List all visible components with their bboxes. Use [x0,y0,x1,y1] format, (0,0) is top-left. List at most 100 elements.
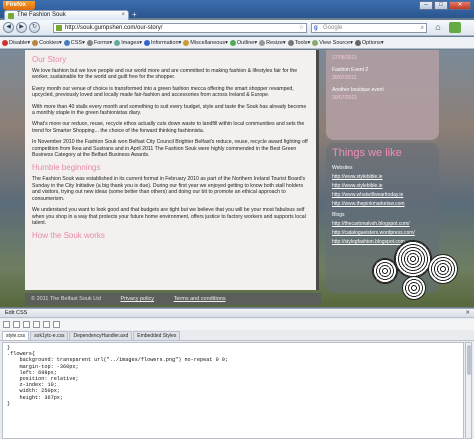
options-icon [354,39,361,46]
story-paragraph: What's more our reduce, reuse, recycle e… [32,121,305,134]
scrollbar-thumb[interactable] [467,345,471,375]
flower-shape [402,276,426,300]
event-title[interactable]: Fashion Event 2 [332,67,433,73]
story-paragraph: Every month our venue of choice is trans… [32,85,294,99]
page-footer: © 2011 The Belfast Souk Ltd Privacy poli… [25,293,321,305]
home-icon[interactable]: ⌂ [432,22,444,33]
editor-scrollbar[interactable] [465,342,472,439]
toolbar-tools[interactable]: Tools ▾ [287,39,310,46]
toolbar-resize[interactable]: Resize ▾ [259,39,286,46]
event-date: 30/07/2011 [332,95,357,101]
toolbar-outline[interactable]: Outline ▾ [229,39,257,46]
stylesheet-tabs: style.css sok1ytc-e.css DependencyHandle… [0,331,474,341]
toolbar-view-source[interactable]: View Source ▾ [312,39,353,46]
bookmark-star-icon[interactable]: ☆ [299,24,304,32]
tab-dependency-handler[interactable]: DependencyHandler.axd [69,331,133,340]
tab-style-css[interactable]: style.css [2,331,30,340]
editor-toolbar [0,319,474,330]
tools-icon [287,39,294,46]
flower-shape [394,240,432,278]
tab-embedded-styles[interactable]: Embedded Styles [133,331,181,340]
forward-button[interactable]: ▶ [16,22,27,33]
website-link[interactable]: http://www.stylebible.ie [332,183,433,189]
navigation-bar: ◀ ▶ ↻ http://souk.gumpshen.com/our-story… [0,20,474,36]
copyright-text: © 2011 The Belfast Souk Ltd [31,296,101,302]
flowers-decoration [372,240,472,307]
tab-sok1ytc-css[interactable]: sok1ytc-e.css [30,331,69,340]
story-paragraph: The Fashion Souk was established in its … [32,176,306,202]
window-controls: – □ ✕ [419,1,471,10]
information-icon [144,39,150,46]
css-icon [63,39,70,46]
toolbar-options[interactable]: Options ▾ [354,39,384,46]
search-icon[interactable]: ⌕ [421,24,424,32]
tab-title: The Fashion Souk [17,12,66,18]
miscellaneous-icon [183,39,190,46]
toolbar-forms[interactable]: Forms ▾ [86,39,112,46]
section-heading-our-story: Our Story [32,55,67,64]
toolbar-images[interactable]: Images ▾ [114,39,142,46]
search-placeholder: Google [323,25,343,31]
close-button[interactable]: ✕ [449,1,471,10]
url-text: http://souk.gumpshen.com/our-story/ [65,25,163,31]
maximize-button[interactable]: □ [434,1,448,10]
firefox-menu-button[interactable]: Firefox [3,1,35,10]
story-paragraph: We love fashion but we love people and o… [32,68,298,81]
toolbar-disable[interactable]: Disable ▾ [2,39,30,46]
extension-icon[interactable] [449,22,461,33]
event-title[interactable]: Another boutique event [332,87,433,93]
story-panel: Our Story We love fashion but we love pe… [25,50,319,290]
story-paragraph: With more than 40 stalls every month and… [32,103,307,117]
page-viewport: Our Story We love fashion but we love pe… [0,50,474,307]
tab-close-icon[interactable]: × [121,11,125,20]
event-date: 27/08/2011 [332,55,357,61]
section-heading-how-souk-works: How the Souk works [32,231,105,241]
search-input[interactable]: g Google ⌕ [311,23,427,33]
toolbar-cookies[interactable]: Cookies ▾ [32,39,62,46]
new-tab-icon[interactable]: + [132,11,137,19]
css-code-editor[interactable]: } .flowers{ background: transparent url(… [2,342,464,439]
toolbar-information[interactable]: Information ▾ [144,39,181,46]
websites-label: Websites [332,165,353,171]
story-paragraph: We understand you want to look good and … [32,207,306,226]
site-identity-icon [56,25,62,31]
edit-css-panel: Edit CSS ✕ style.css sok1ytc-e.css Depen… [0,308,474,439]
images-icon [114,39,121,46]
blog-link[interactable]: http://thecartonalvsh.blogspot.com/ [332,221,433,227]
website-link[interactable]: http://www.whatwillwearttoday.ie [332,192,433,198]
cookies-icon [32,39,39,46]
story-paragraph: In November 2010 the Fashion Souk won Be… [32,139,308,159]
url-bar[interactable]: http://souk.gumpshen.com/our-story/ ☆ [53,23,307,33]
toolbar-miscellaneous[interactable]: Miscellaneous ▾ [183,39,228,46]
back-button[interactable]: ◀ [3,22,14,33]
edit-css-title: Edit CSS [5,310,28,316]
apply-icon[interactable] [43,321,50,328]
resize-icon [259,39,266,46]
events-list: 27/08/2011 Fashion Event 2 30/07/2011 An… [326,50,439,140]
terms-link[interactable]: Terms and conditions [174,296,226,302]
tab-fashion-souk[interactable]: The Fashion Souk × [4,10,129,20]
reload-button[interactable]: ↻ [29,22,40,33]
stop-icon[interactable] [53,321,60,328]
website-link[interactable]: http://www.stylebible.ie [332,174,433,180]
save-icon[interactable] [13,321,20,328]
blogs-label: Blogs [332,212,345,218]
blog-link[interactable]: http://catalogueisters.wordpress.com/ [332,230,433,236]
panel-close-icon[interactable]: ✕ [465,309,470,318]
outline-icon [229,39,236,46]
website-link[interactable]: http://www.thepinkmarketsw.com [332,201,433,207]
web-developer-toolbar: Disable ▾ Cookies ▾ CSS ▾ Forms ▾ Images ▾ In… [0,37,474,49]
google-icon: g [314,25,318,31]
reset-icon[interactable] [23,321,30,328]
forms-icon [86,39,93,46]
cut-icon[interactable] [33,321,40,328]
event-date: 30/07/2011 [332,75,357,81]
edit-css-titlebar: Edit CSS ✕ [0,309,474,318]
open-icon[interactable] [3,321,10,328]
minimize-button[interactable]: – [419,1,433,10]
view-source-icon [312,39,319,46]
disable-icon [2,39,8,46]
privacy-policy-link[interactable]: Privacy policy [120,296,154,302]
toolbar-css[interactable]: CSS ▾ [63,39,85,46]
site-favicon-icon [8,13,14,19]
